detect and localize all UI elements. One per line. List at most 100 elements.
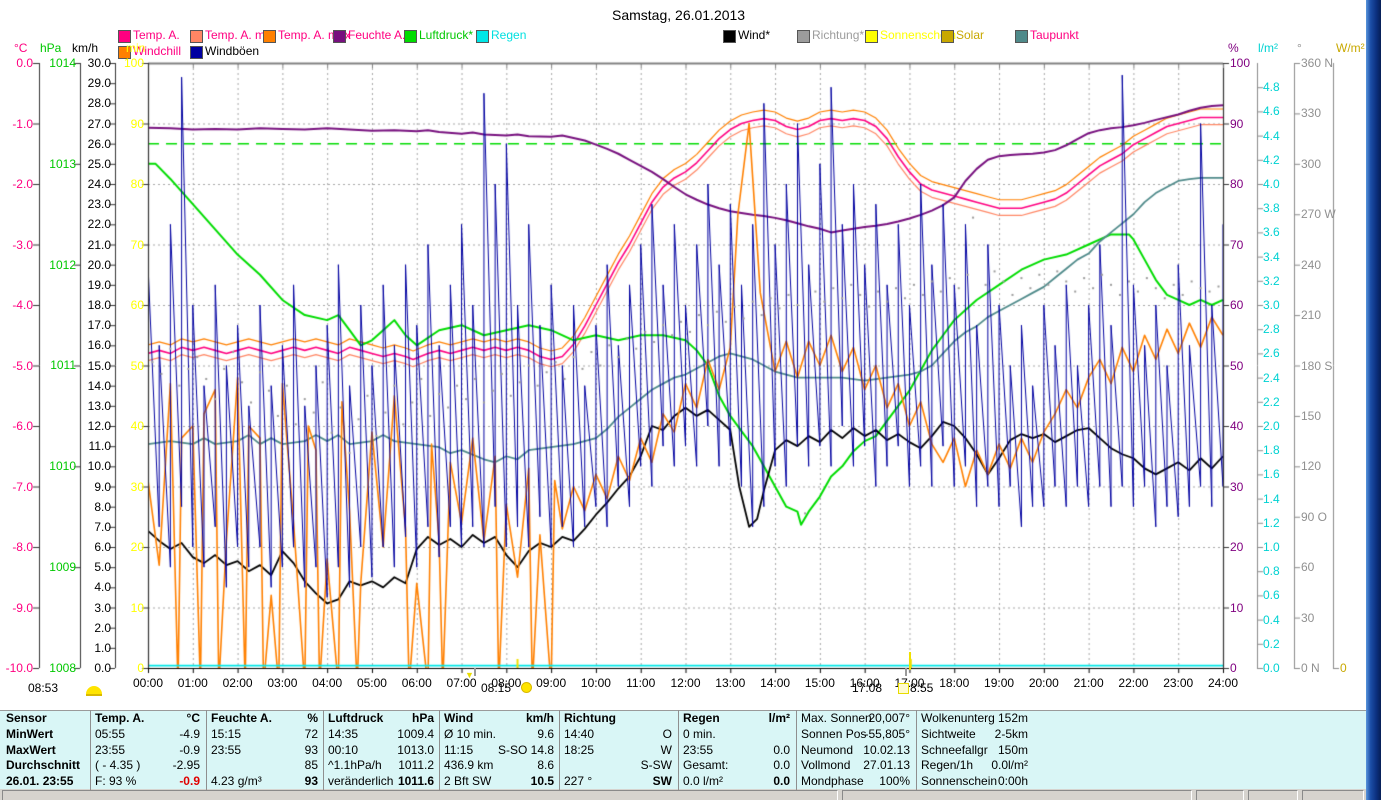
tick-label: 28.0 (87, 96, 111, 111)
tick-label: 13.0 (87, 398, 111, 413)
axis-unit-: ° (1297, 41, 1302, 55)
table-info-value: 150m (997, 742, 1028, 757)
tick-label: 14.0 (87, 378, 111, 393)
hour-label: 24:00 (1207, 676, 1239, 690)
tick-label: 4.4 (1263, 128, 1280, 143)
legend-swatch-temp-a-max (263, 30, 276, 43)
tick-label: 1.0 (94, 640, 111, 655)
tick-label: 1.8 (1263, 443, 1280, 458)
table-separator (323, 710, 324, 790)
status-panel (1302, 790, 1364, 800)
tick-label: -1.0 (12, 116, 33, 131)
table-cell-value: 9.6 (537, 726, 554, 741)
tick-label: 22.0 (87, 217, 111, 232)
legend-label: Solar (956, 28, 985, 42)
table-col-unit: l/m² (768, 711, 790, 725)
table-info-value: 2-5km (994, 726, 1028, 741)
tick-label: 40 (1230, 419, 1244, 433)
table-row-label: 26.01. 23:55 (6, 774, 74, 789)
table-cell-value: O (662, 726, 672, 741)
weather-station-window: Samstag, 26.01.2013 Temp. A. Temp. A. min… (0, 0, 1381, 800)
status-panel (1196, 790, 1244, 800)
tick-label: -6.0 (12, 419, 33, 433)
legend-label: Wind* (738, 28, 771, 42)
table-cell-value: -0.9 (179, 774, 200, 789)
table-separator (559, 710, 560, 790)
table-astro-label: Neumond (801, 742, 854, 757)
table-cell-value: S-SO 14.8 (497, 742, 554, 757)
tick-label: 20.0 (87, 257, 111, 272)
tick-label: 4.0 (1263, 177, 1280, 191)
tick-label: 90 (130, 116, 144, 131)
hour-label: 04:00 (312, 676, 343, 690)
tick-label: 3.4 (1263, 249, 1280, 264)
legend-label: Richtung* (812, 28, 865, 42)
tick-label: 100 (123, 56, 144, 70)
axis-unit-min: min (126, 41, 146, 55)
tick-label: 0.2 (1263, 636, 1280, 651)
tick-label: 1.2 (1263, 515, 1280, 530)
table-cell-value: W (660, 742, 672, 757)
sunset-icon (898, 683, 909, 694)
status-panel (1248, 790, 1298, 800)
tick-label: 330 (1301, 106, 1322, 121)
tick-label: 270 W (1301, 207, 1336, 222)
legend-swatch-solar (941, 30, 954, 43)
table-cell-value: 1011.2 (398, 758, 434, 773)
tick-label: 60 (1301, 560, 1315, 575)
table-cell-value: 10.5 (530, 774, 554, 789)
legend-swatch-feuchte-a- (333, 30, 346, 43)
tick-label: 70 (130, 237, 144, 252)
tick-label: 4.6 (1263, 104, 1280, 119)
tick-label: 0 (1230, 661, 1237, 675)
tick-label: 0.0 (1263, 661, 1280, 675)
table-info-value: 0.0l/m² (991, 758, 1028, 773)
status-bar (0, 789, 1366, 800)
legend-swatch-temp-a-min (190, 30, 203, 43)
tick-label: -7.0 (12, 479, 33, 494)
tick-label: 0 (1340, 661, 1347, 675)
table-row-label: MaxWert (6, 742, 56, 757)
legend-swatch-windb-en (190, 46, 203, 59)
tick-label: 25.0 (87, 156, 111, 171)
legend-swatch-regen (476, 30, 489, 43)
sun-icon (521, 682, 532, 693)
tick-label: 3.2 (1263, 273, 1280, 288)
table-cell-value: -0.9 (179, 742, 200, 757)
axis-unit-: % (1228, 41, 1239, 55)
table-separator (439, 710, 440, 790)
table-cell-value: -4.9 (179, 726, 200, 741)
hour-label: 06:00 (401, 676, 432, 690)
hour-label: 09:00 (536, 676, 567, 690)
tick-label: 20 (1230, 540, 1244, 554)
tick-label: 2.2 (1263, 394, 1280, 409)
table-astro-label: Vollmond (801, 758, 851, 773)
tick-label: 2.8 (1263, 322, 1280, 337)
tick-label: 10 (130, 600, 144, 615)
hour-label: 13:00 (715, 676, 746, 690)
tick-label: -8.0 (12, 540, 33, 554)
table-cell-value: 1013.0 (397, 742, 434, 757)
tick-label: 8.0 (94, 499, 111, 514)
legend-swatch-richtung- (797, 30, 810, 43)
axis-unit-C: °C (14, 41, 28, 55)
table-col-unit: °C (186, 711, 200, 725)
tick-label: 2.0 (94, 620, 111, 635)
legend-swatch-sonnenschein (865, 30, 878, 43)
tick-label: 3.0 (1263, 298, 1280, 312)
tick-label: 16.0 (87, 338, 111, 353)
table-cell-value: 72 (304, 726, 318, 741)
tick-label: 11.0 (88, 439, 111, 454)
legend-label: Luftdruck* (419, 28, 474, 42)
tick-label: 60 (130, 298, 144, 312)
table-cell-value: 1011.6 (397, 774, 434, 789)
table-info-value: 152m (997, 711, 1028, 725)
table-astro-value: 100% (879, 774, 910, 789)
hour-label: 01:00 (177, 676, 208, 690)
tick-label: -9.0 (12, 600, 33, 615)
hour-label: 23:00 (1163, 676, 1194, 690)
tick-label: 0 (137, 661, 144, 675)
hour-label: 19:00 (984, 676, 1015, 690)
table-astro-value: 10.02.13 (863, 742, 910, 757)
tick-label: 0.4 (1263, 612, 1280, 627)
